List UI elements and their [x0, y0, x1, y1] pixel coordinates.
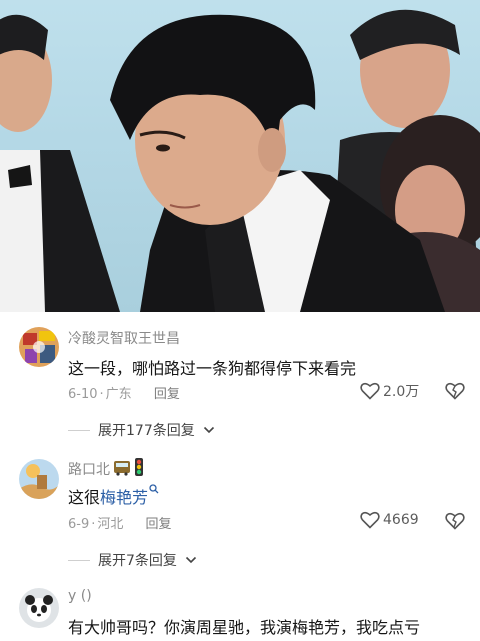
like-button[interactable]: 4669 [360, 511, 419, 529]
comment-username[interactable]: 冷酸灵智取王世昌 [68, 328, 180, 348]
traffic-light-emoji-icon [135, 458, 143, 476]
comment-date: 6-10 [68, 387, 98, 402]
divider-line [68, 429, 90, 431]
expand-replies-label: 展开177条回复 [98, 423, 195, 439]
comment-text: 有大帅哥吗？你演周星驰，我演梅艳芳，我吃点亏 [68, 618, 421, 637]
chevron-down-icon [185, 556, 196, 564]
avatar[interactable] [19, 327, 59, 367]
avatar[interactable] [19, 459, 59, 499]
comment-date: 6-9 [68, 517, 90, 532]
reply-button[interactable]: 回复 [146, 517, 172, 532]
reply-button[interactable]: 回复 [154, 387, 180, 402]
like-button[interactable]: 2.0万 [360, 381, 419, 401]
broken-heart-icon[interactable] [445, 511, 465, 531]
comment-meta: 6-10 · 广东 回复 [68, 387, 180, 402]
broken-heart-icon[interactable] [445, 381, 465, 401]
keyword-search-link[interactable]: 梅艳芳 [100, 488, 148, 507]
comment-item[interactable]: y () 有大帅哥吗？你演周星驰，我演梅艳芳，我吃点亏 [0, 582, 480, 641]
search-icon[interactable] [149, 484, 159, 494]
comment-text: 这一段，哪怕路过一条狗都得停下来看完 [68, 359, 357, 378]
chevron-down-icon [203, 426, 214, 434]
comment-username[interactable]: 路口北 [68, 458, 144, 479]
heart-icon [360, 382, 380, 400]
comment-meta: 6-9 · 河北 回复 [68, 517, 172, 532]
comment-text: 这很梅艳芳 [68, 484, 159, 508]
expand-replies-button[interactable]: 展开7条回复 [68, 550, 197, 570]
avatar[interactable] [19, 588, 59, 628]
comment-item[interactable]: 冷酸灵智取王世昌 这一段，哪怕路过一条狗都得停下来看完 6-10 · 广东 回复 2… [0, 312, 480, 442]
comment-location: 广东 [105, 387, 132, 402]
comment-text-prefix: 这很 [68, 488, 101, 507]
comment-list: 冷酸灵智取王世昌 这一段，哪怕路过一条狗都得停下来看完 6-10 · 广东 回复 2… [0, 312, 480, 641]
video-frame[interactable] [0, 0, 480, 312]
like-count: 2.0万 [383, 384, 420, 400]
video-still-image [0, 9, 480, 312]
like-count: 4669 [383, 512, 419, 528]
expand-replies-label: 展开7条回复 [98, 553, 177, 569]
expand-replies-button[interactable]: 展开177条回复 [68, 420, 215, 440]
comment-item[interactable]: 路口北 这很梅艳芳 6-9 · 河北 回复 4669 展开7条回复 [0, 452, 480, 572]
divider-line [68, 559, 90, 561]
comment-location: 河北 [97, 517, 124, 532]
comment-username[interactable]: y () [68, 588, 92, 604]
heart-icon [360, 511, 380, 529]
bus-emoji-icon [114, 461, 130, 476]
username-text: 路口北 [68, 462, 110, 478]
